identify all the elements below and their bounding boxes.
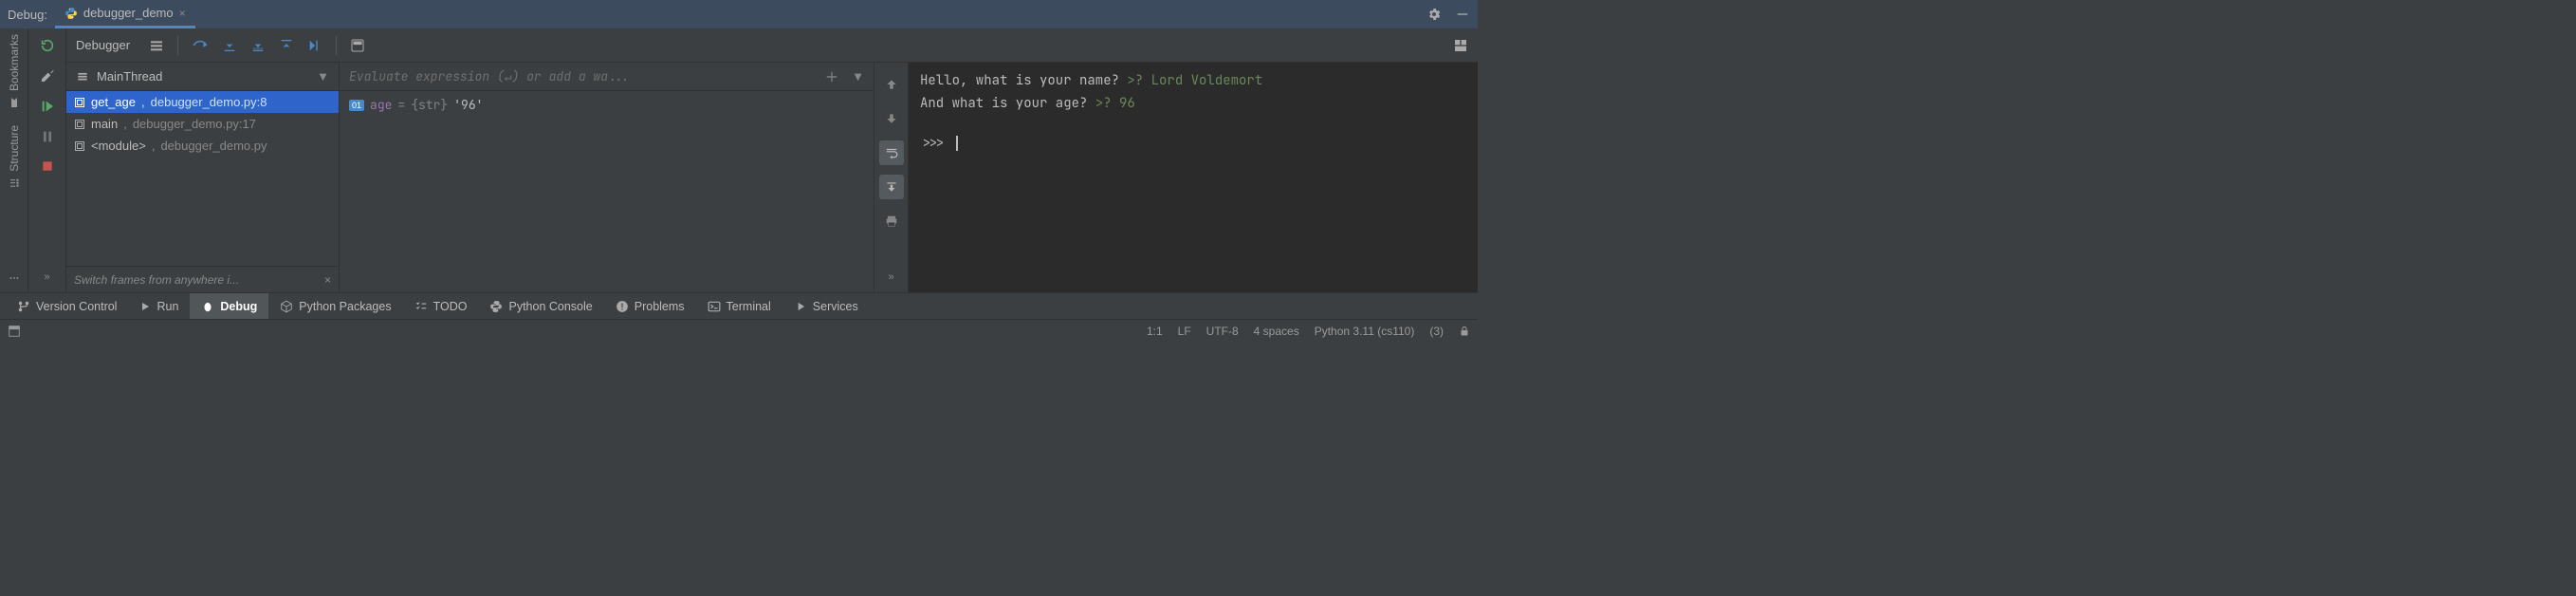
debug-config-name: debugger_demo — [83, 6, 174, 20]
stop-icon[interactable] — [41, 159, 54, 173]
var-name: age — [370, 97, 392, 113]
tab-python-packages[interactable]: Python Packages — [268, 293, 402, 319]
tab-todo[interactable]: TODO — [403, 293, 479, 319]
tab-terminal[interactable]: Terminal — [696, 293, 782, 319]
console-line: Hello, what is your name? >? Lord Voldem… — [920, 70, 1466, 93]
terminal-icon — [708, 300, 721, 313]
step-out-icon[interactable] — [279, 38, 294, 53]
threads-icon[interactable] — [149, 38, 164, 53]
file-encoding[interactable]: UTF-8 — [1206, 325, 1239, 338]
add-watch-icon[interactable] — [825, 69, 838, 84]
left-tool-rail: Bookmarks Structure — [0, 28, 28, 292]
services-icon — [794, 300, 807, 313]
branch-icon — [17, 300, 30, 313]
variables-panel: Evaluate expression (↵) or add a wa... ▼… — [340, 63, 874, 292]
run-to-cursor-icon[interactable] — [307, 38, 322, 53]
step-into-icon[interactable] — [222, 38, 237, 53]
frame-item[interactable]: <module>, debugger_demo.py — [66, 135, 339, 157]
frame-icon — [74, 97, 85, 108]
modify-run-icon[interactable] — [40, 68, 55, 84]
print-icon[interactable] — [879, 209, 904, 233]
soft-wrap-icon[interactable] — [879, 140, 904, 165]
step-into-my-code-icon[interactable] — [250, 38, 266, 53]
expand-icon[interactable]: » — [888, 271, 893, 283]
debug-config-tab[interactable]: debugger_demo × — [55, 0, 195, 28]
scroll-down-icon[interactable] — [879, 106, 904, 131]
resume-icon[interactable] — [40, 99, 55, 114]
play-icon — [139, 301, 151, 312]
bookmarks-tool[interactable]: Bookmarks — [8, 34, 21, 108]
rerun-icon[interactable] — [40, 38, 55, 53]
var-value: '96' — [453, 97, 483, 113]
debug-toolbar: Debugger — [66, 28, 1478, 63]
python-icon — [489, 300, 503, 313]
cursor-position[interactable]: 1:1 — [1147, 325, 1163, 338]
tab-run[interactable]: Run — [128, 293, 190, 319]
tab-debug[interactable]: Debug — [190, 293, 268, 319]
structure-icon — [9, 177, 20, 189]
frames-hint: Switch frames from anywhere i... × — [66, 266, 339, 292]
chevron-down-icon[interactable]: ▼ — [852, 69, 864, 84]
frames-panel: MainThread ▼ get_age, debugger_demo.py:8… — [66, 63, 340, 292]
debugger-tab[interactable]: Debugger — [76, 38, 130, 52]
debug-run-controls: » — [28, 28, 66, 292]
step-over-icon[interactable] — [192, 37, 209, 54]
debug-header: Debug: debugger_demo × — [0, 0, 1478, 28]
packages-icon — [280, 300, 293, 313]
minimize-icon[interactable] — [1455, 7, 1470, 22]
bug-icon — [201, 300, 214, 313]
close-icon[interactable]: × — [179, 7, 186, 20]
chevron-down-icon: ▼ — [317, 69, 329, 84]
gear-icon[interactable] — [1426, 7, 1442, 22]
todo-icon — [414, 300, 428, 313]
pause-icon[interactable] — [40, 129, 55, 144]
thread-name: MainThread — [97, 69, 162, 84]
line-separator[interactable]: LF — [1178, 325, 1191, 338]
repl-prompt[interactable]: >>> — [920, 133, 1466, 156]
console-line: And what is your age? >? 96 — [920, 93, 1466, 116]
console-controls: » — [874, 63, 909, 292]
structure-tool[interactable]: Structure — [8, 125, 21, 189]
evaluate-input[interactable]: Evaluate expression (↵) or add a wa... — [349, 68, 825, 84]
tab-problems[interactable]: Problems — [604, 293, 696, 319]
tab-python-console[interactable]: Python Console — [478, 293, 603, 319]
status-bar: 1:1 LF UTF-8 4 spaces Python 3.11 (cs110… — [0, 319, 1478, 342]
python-icon — [64, 7, 78, 20]
frame-item[interactable]: main, debugger_demo.py:17 — [66, 113, 339, 135]
stack-icon — [76, 70, 89, 84]
scroll-to-end-icon[interactable] — [879, 175, 904, 199]
frame-icon — [74, 119, 85, 130]
close-icon[interactable]: × — [324, 273, 331, 287]
notifications-count[interactable]: (3) — [1429, 325, 1444, 338]
lock-icon[interactable] — [1459, 326, 1470, 337]
expand-down-icon[interactable]: » — [44, 271, 49, 283]
interpreter[interactable]: Python 3.11 (cs110) — [1315, 325, 1415, 338]
tab-services[interactable]: Services — [782, 293, 870, 319]
variable-row[interactable]: 01 age = {str} '96' — [349, 97, 864, 113]
bookmark-icon — [9, 97, 20, 108]
scroll-up-icon[interactable] — [879, 72, 904, 97]
frame-item[interactable]: get_age, debugger_demo.py:8 — [66, 91, 339, 113]
indent-setting[interactable]: 4 spaces — [1254, 325, 1299, 338]
layout-settings-icon[interactable] — [1453, 38, 1468, 53]
frame-icon — [74, 140, 85, 152]
console-output[interactable]: Hello, what is your name? >? Lord Voldem… — [909, 63, 1478, 292]
warning-icon — [616, 300, 629, 313]
more-tools-icon[interactable] — [8, 271, 21, 285]
thread-selector[interactable]: MainThread ▼ — [66, 63, 339, 91]
tab-version-control[interactable]: Version Control — [6, 293, 128, 319]
bottom-tool-bar: Version Control Run Debug Python Package… — [0, 292, 1478, 319]
tool-window-icon[interactable] — [8, 325, 21, 338]
var-badge: 01 — [349, 100, 364, 111]
debug-label: Debug: — [8, 8, 47, 22]
evaluate-icon[interactable] — [350, 38, 365, 53]
